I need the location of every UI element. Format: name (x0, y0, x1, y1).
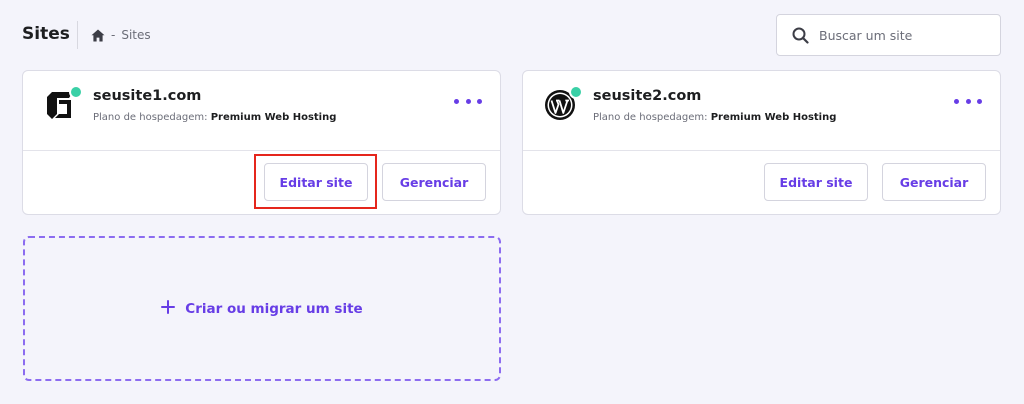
plan-label: Plano de hospedagem: (93, 112, 208, 123)
page-title: Sites (22, 24, 70, 44)
breadcrumb-current: Sites (121, 28, 151, 42)
edit-site-button[interactable]: Editar site (264, 163, 368, 201)
more-options-button[interactable] (954, 91, 982, 111)
create-site-button[interactable]: Criar ou migrar um site (23, 236, 501, 381)
more-dot (977, 98, 982, 104)
site-card-header: seusite1.com Plano de hospedagem: Premiu… (23, 71, 500, 150)
search-icon (792, 27, 809, 44)
breadcrumb: - Sites (91, 27, 151, 43)
home-icon[interactable] (91, 29, 105, 42)
site-logo (543, 85, 583, 122)
more-options-button[interactable] (454, 91, 482, 111)
search-box[interactable] (776, 14, 1001, 56)
more-dots-icon (454, 98, 459, 104)
site-name: seusite1.com (93, 88, 202, 104)
hosting-plan: Plano de hospedagem: Premium Web Hosting (593, 112, 836, 123)
more-dot (477, 98, 482, 104)
plan-value: Premium Web Hosting (710, 112, 837, 123)
plan-value: Premium Web Hosting (210, 112, 337, 123)
breadcrumb-separator: - (111, 28, 116, 42)
wordpress-logo-icon (543, 90, 577, 126)
site-card: seusite2.com Plano de hospedagem: Premiu… (522, 70, 1001, 215)
manage-button[interactable]: Gerenciar (382, 163, 486, 201)
site-name: seusite2.com (593, 88, 702, 104)
site-card: seusite1.com Plano de hospedagem: Premiu… (22, 70, 501, 215)
more-dot (465, 98, 471, 104)
manage-button[interactable]: Gerenciar (882, 163, 986, 201)
card-divider (23, 150, 500, 151)
more-dots-icon (954, 98, 959, 104)
edit-site-button[interactable]: Editar site (764, 163, 868, 201)
site-logo (43, 85, 83, 122)
page-header: Sites - Sites (0, 0, 1024, 70)
custom-cube-logo-icon (43, 92, 77, 126)
card-divider (523, 150, 1000, 151)
search-input[interactable] (819, 23, 989, 47)
status-indicator (69, 85, 83, 99)
site-card-header: seusite2.com Plano de hospedagem: Premiu… (523, 71, 1000, 150)
plan-label: Plano de hospedagem: (593, 112, 708, 123)
more-dot (965, 98, 971, 104)
create-site-label: Criar ou migrar um site (185, 300, 363, 317)
status-indicator (569, 85, 583, 99)
plus-icon (161, 299, 176, 318)
hosting-plan: Plano de hospedagem: Premium Web Hosting (93, 112, 336, 123)
header-divider (77, 21, 78, 49)
